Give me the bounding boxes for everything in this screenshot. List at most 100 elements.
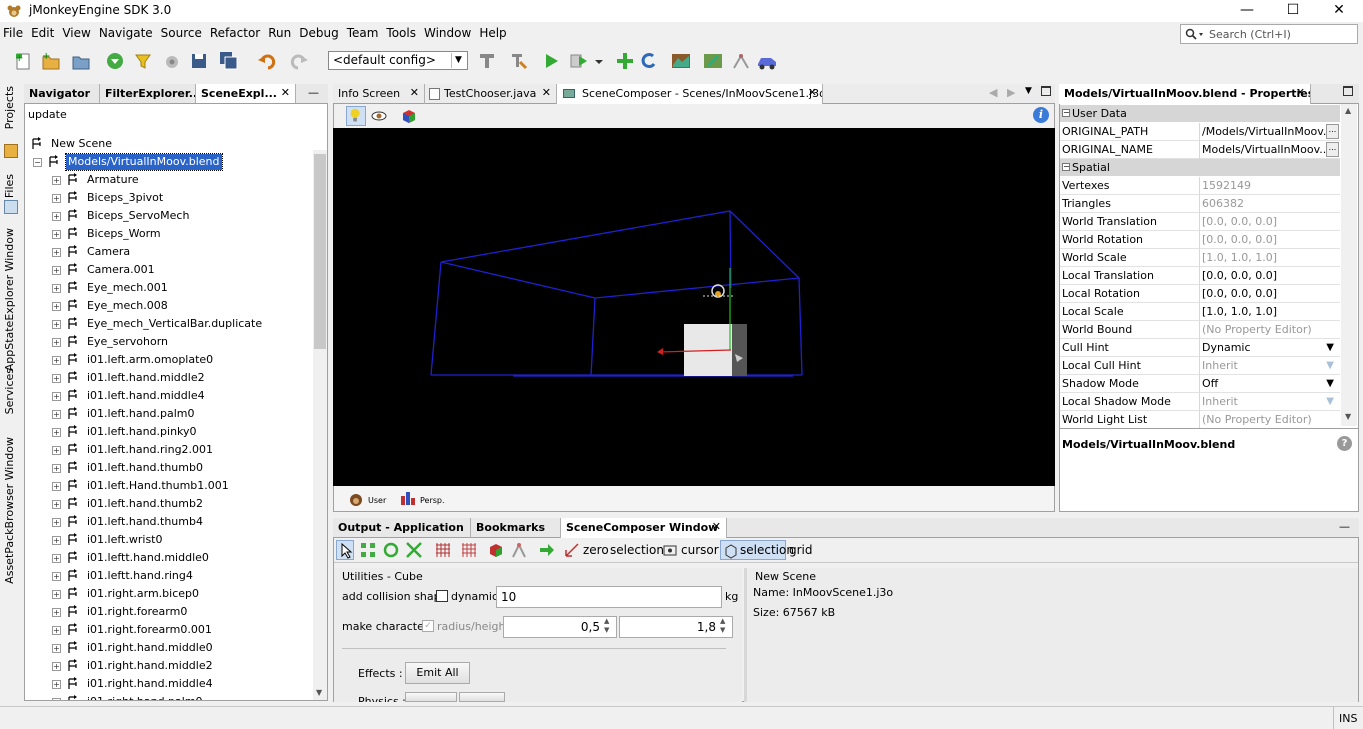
menu-source[interactable]: Source [158,24,205,42]
scroll-right-icon[interactable]: ▶ [1007,86,1015,99]
download-icon[interactable] [104,50,126,72]
minimize-button[interactable]: — [1224,0,1270,22]
scene-viewport[interactable] [333,128,1055,486]
tree-node[interactable]: + Biceps_Worm [25,225,311,243]
terrain-icon[interactable] [670,50,692,72]
perspective-icon[interactable] [400,490,416,506]
blender-icon[interactable] [160,50,182,72]
tab-scenecomposer[interactable]: SceneComposer - Scenes/InMoovScene1.j3o ✕ [557,84,823,104]
expand-toggle-icon[interactable]: + [52,320,61,329]
info-icon[interactable]: i [1033,107,1049,123]
expand-toggle-icon[interactable]: + [52,608,61,617]
properties-scrollbar[interactable]: ▲ ▼ [1341,104,1357,426]
expand-toggle-icon[interactable]: + [52,356,61,365]
property-row[interactable]: ORIGINAL_NAME Models/VirtualInMoov...... [1060,141,1340,159]
scroll-down-icon[interactable]: ▼ [316,688,322,697]
refresh-icon[interactable] [638,50,660,72]
grid-button[interactable]: grid [789,540,813,560]
rotate-tool-icon[interactable] [382,541,400,559]
expand-toggle-icon[interactable]: + [52,464,61,473]
tree-node[interactable]: + i01.left.hand.ring2.001 [25,441,311,459]
tree-node[interactable]: + i01.leftt.hand.middle0 [25,549,311,567]
property-value[interactable]: Off [1202,377,1327,390]
new-file-icon[interactable]: + [12,50,34,72]
physics-button-1[interactable] [405,692,457,702]
tree-node[interactable]: + i01.right.hand.middle4 [25,675,311,693]
menu-help[interactable]: Help [476,24,509,42]
property-value[interactable]: [0.0, 0.0, 0.0] [1202,269,1327,282]
save-icon[interactable] [188,50,210,72]
eye-icon[interactable] [370,107,388,125]
move-tool-icon[interactable] [359,541,377,559]
expand-toggle-icon[interactable]: + [52,644,61,653]
collapse-icon[interactable]: − [1062,109,1070,117]
tab-navigator[interactable]: Navigator [24,84,100,104]
maximize-panel-icon[interactable] [1041,86,1051,96]
property-row[interactable]: World Rotation [0.0, 0.0, 0.0] [1060,231,1340,249]
tree-node[interactable]: + i01.right.arm.bicep0 [25,585,311,603]
expand-toggle-icon[interactable]: + [52,266,61,275]
tree-node[interactable]: + Armature [25,171,311,189]
scale-tool-icon[interactable] [405,541,423,559]
expand-toggle-icon[interactable]: + [52,446,61,455]
tree-node[interactable]: + Eye_mech.001 [25,279,311,297]
particle-icon[interactable] [730,50,752,72]
property-value[interactable]: Dynamic [1202,341,1327,354]
chevron-down-icon[interactable]: ▼ [1326,378,1334,389]
expand-toggle-icon[interactable]: + [52,662,61,671]
expand-toggle-icon[interactable]: + [52,248,61,257]
config-select[interactable]: <default config> ▼ [328,51,468,70]
dynamic-checkbox[interactable] [436,590,448,602]
property-value[interactable]: /Models/VirtualInMoov... [1202,125,1327,138]
side-tab-files[interactable]: Files [3,174,16,198]
category-user-data[interactable]: − User Data [1060,105,1340,122]
menu-debug[interactable]: Debug [296,24,341,42]
tree-node[interactable]: + i01.left.wrist0 [25,531,311,549]
save-all-icon[interactable] [218,50,240,72]
property-row[interactable]: World Translation [0.0, 0.0, 0.0] [1060,213,1340,231]
mass-input[interactable]: 10 [496,586,722,608]
light-toggle-button[interactable] [346,106,366,126]
property-row[interactable]: World Bound (No Property Editor) [1060,321,1340,339]
expand-toggle-icon[interactable]: + [52,410,61,419]
expand-toggle-icon[interactable]: + [52,212,61,221]
tree-node[interactable]: + Camera.001 [25,261,311,279]
close-button[interactable]: ✕ [1316,0,1362,22]
select-tool-button[interactable] [336,540,354,560]
tab-list-icon[interactable]: ▼ [1025,86,1032,96]
category-spatial[interactable]: − Spatial [1060,159,1340,176]
build-icon[interactable] [476,50,498,72]
cube-icon[interactable] [400,107,418,125]
expand-toggle-icon[interactable]: + [52,536,61,545]
tab-scenecomposer-window[interactable]: SceneComposer Window ✕ [561,518,727,538]
tab-info-screen[interactable]: Info Screen ✕ [333,84,425,104]
height-input[interactable]: 1,8 [619,616,733,638]
redo-icon[interactable] [288,50,310,72]
monkey-head-icon[interactable] [348,491,364,507]
terrain-edit-icon[interactable] [702,50,724,72]
new-project-icon[interactable]: + [40,50,62,72]
more-options-icon[interactable]: ... [1326,124,1339,139]
property-value[interactable]: [0.0, 0.0, 0.0] [1202,287,1327,300]
tab-testchooser[interactable]: TestChooser.java ✕ [425,84,557,104]
tree-node[interactable]: + i01.right.forearm0.001 [25,621,311,639]
close-icon[interactable]: ✕ [542,86,551,99]
radius-input[interactable]: 0,5 [503,616,617,638]
debug-icon[interactable] [568,50,590,72]
run-icon[interactable] [540,50,562,72]
filter-icon[interactable] [132,50,154,72]
side-tab-assetpack-browser[interactable]: AssetPackBrowser Window [3,437,16,584]
more-options-icon[interactable]: ... [1326,142,1339,157]
property-row[interactable]: Cull Hint Dynamic ▼ [1060,339,1340,357]
tree-node[interactable]: + i01.left.hand.palm0 [25,405,311,423]
add-icon[interactable] [614,50,636,72]
menu-navigate[interactable]: Navigate [96,24,156,42]
property-row[interactable]: World Scale [1.0, 1.0, 1.0] [1060,249,1340,267]
undo-icon[interactable] [256,50,278,72]
expand-toggle-icon[interactable]: + [52,428,61,437]
tree-node[interactable]: + Biceps_ServoMech [25,207,311,225]
tree-node-selected[interactable]: − Models/VirtualInMoov.blend [25,153,311,171]
minimize-panel-button[interactable]: — [1339,520,1350,533]
tab-properties[interactable]: Models/VirtualInMoov.blend - Properties ✕ [1059,84,1311,104]
expand-toggle-icon[interactable]: + [52,374,61,383]
